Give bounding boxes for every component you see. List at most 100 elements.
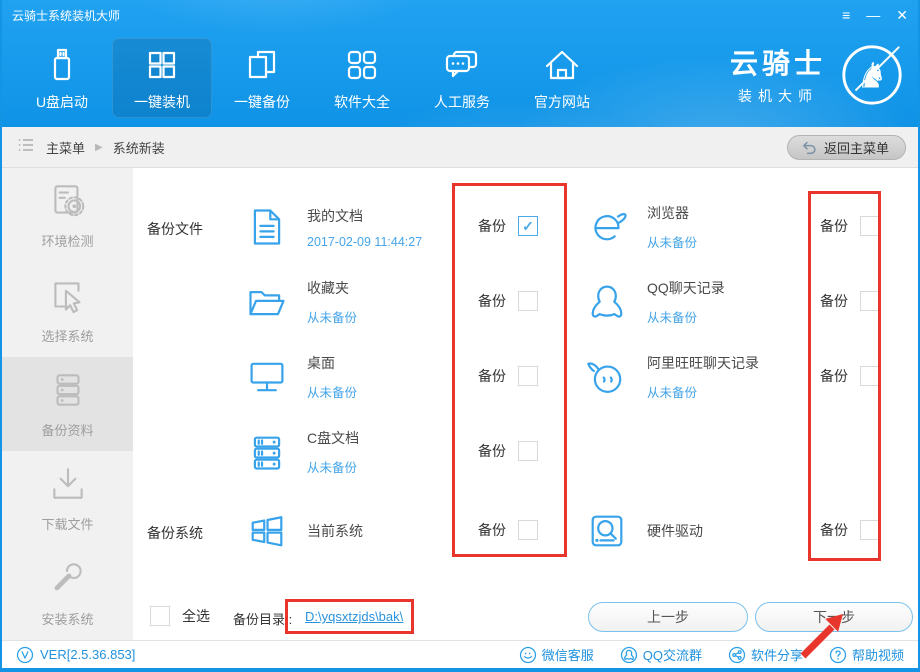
- checkbox[interactable]: [518, 520, 538, 540]
- backup-checkbox-my-documents[interactable]: 备份: [478, 216, 538, 236]
- nav-label: 人工服务: [434, 92, 490, 112]
- close-icon[interactable]: ✕: [896, 8, 908, 22]
- software-share-link[interactable]: 软件分享: [728, 645, 803, 664]
- sidebar: 环境检测 选择系统 备份资料 下载文件: [2, 168, 133, 640]
- sidebar-item-label: 选择系统: [41, 326, 93, 345]
- select-system-icon: [47, 275, 89, 317]
- desktop-icon: [245, 355, 289, 399]
- sidebar-item-select-system[interactable]: 选择系统: [2, 262, 133, 356]
- checkbox[interactable]: [860, 291, 880, 311]
- backup-checkbox-favorites[interactable]: 备份: [478, 291, 538, 311]
- qq-group-icon: [620, 646, 638, 664]
- select-all-checkbox[interactable]: [150, 606, 170, 626]
- backup-checkbox-current-system[interactable]: 备份: [478, 520, 538, 540]
- next-step-button[interactable]: 下一步: [755, 602, 913, 632]
- wechat-support-link[interactable]: 微信客服: [519, 645, 594, 664]
- breadcrumb: 主菜单 ▶ 系统新装 返回主菜单: [2, 127, 918, 168]
- statusbar: VER[2.5.36.853] 微信客服 QQ交流群 软件分享: [2, 640, 918, 668]
- list-item-my-documents: 我的文档2017-02-09 11:44:27: [245, 199, 422, 255]
- list-icon: [16, 135, 36, 160]
- backup-directory-label: 备份目录 :: [233, 609, 292, 628]
- breadcrumb-current: 系统新装: [113, 138, 165, 157]
- sidebar-item-environment-check[interactable]: 环境检测: [2, 168, 133, 262]
- back-to-main-menu-button[interactable]: 返回主菜单: [787, 135, 906, 160]
- aliwangwang-icon: [585, 355, 629, 399]
- header: 云骑士系统装机大师 ≡ — ✕ U盘启动 一键装机: [2, 0, 918, 127]
- software-collection-icon: [342, 45, 382, 85]
- checkbox[interactable]: [518, 216, 538, 236]
- sidebar-item-label: 安装系统: [41, 609, 93, 628]
- checkbox[interactable]: [518, 291, 538, 311]
- list-item-qq-chat: QQ聊天记录从未备份: [585, 274, 725, 330]
- logo-text-line1: 云骑士: [730, 42, 826, 82]
- install-system-icon: [47, 558, 89, 600]
- checkbox[interactable]: [518, 366, 538, 386]
- backup-checkbox-hardware-drivers[interactable]: 备份: [820, 520, 880, 540]
- brand-logo: 云骑士 装机大师 ♞: [730, 40, 906, 108]
- nav-item-customer-service[interactable]: 人工服务: [412, 38, 512, 118]
- checkbox[interactable]: [518, 441, 538, 461]
- ie-browser-icon: [585, 205, 629, 249]
- version-text: VER[2.5.36.853]: [40, 647, 135, 662]
- nav-label: 一键备份: [234, 92, 290, 112]
- nav-item-usb-boot[interactable]: U盘启动: [12, 38, 112, 118]
- version-info: VER[2.5.36.853]: [16, 646, 135, 664]
- list-item-c-drive-docs: C盘文档从未备份: [245, 424, 359, 480]
- back-arrow-icon: [800, 138, 817, 158]
- app-window: 云骑士系统装机大师 ≡ — ✕ U盘启动 一键装机: [0, 0, 920, 672]
- help-video-icon: [829, 646, 847, 664]
- svg-text:♞: ♞: [856, 57, 887, 96]
- backup-checkbox-browser[interactable]: 备份: [820, 216, 880, 236]
- window-bottom-border: [2, 668, 918, 672]
- group-label-backup-files: 备份文件: [147, 219, 203, 239]
- windows-logo-icon: [245, 509, 289, 553]
- minimize-icon[interactable]: —: [866, 8, 880, 22]
- environment-check-icon: [47, 180, 89, 222]
- backup-checkbox-c-drive-docs[interactable]: 备份: [478, 441, 538, 461]
- share-icon: [728, 646, 746, 664]
- backup-panel: 备份文件 备份系统 我的文档2017-02-09 11:44:27 收藏夹从未备…: [133, 168, 918, 640]
- qq-penguin-icon: [585, 280, 629, 324]
- sidebar-item-backup-data[interactable]: 备份资料: [2, 357, 133, 451]
- version-icon: [16, 646, 34, 664]
- sidebar-item-download-files[interactable]: 下载文件: [2, 451, 133, 545]
- sidebar-item-label: 下载文件: [41, 514, 93, 533]
- nav-item-software-collection[interactable]: 软件大全: [312, 38, 412, 118]
- sidebar-item-label: 环境检测: [41, 231, 93, 250]
- folder-icon: [245, 280, 289, 324]
- usb-drive-icon: [42, 45, 82, 85]
- list-item-hardware-drivers: 硬件驱动: [585, 503, 703, 559]
- checkbox[interactable]: [860, 366, 880, 386]
- backup-checkbox-qq-chat[interactable]: 备份: [820, 291, 880, 311]
- menu-icon[interactable]: ≡: [842, 8, 850, 22]
- nav-label: 软件大全: [334, 92, 390, 112]
- nav-item-official-website[interactable]: 官方网站: [512, 38, 612, 118]
- customer-service-icon: [442, 45, 482, 85]
- checkbox[interactable]: [860, 216, 880, 236]
- sidebar-item-label: 备份资料: [41, 420, 93, 439]
- group-label-backup-system: 备份系统: [147, 523, 203, 543]
- backup-data-icon: [47, 369, 89, 411]
- nav-label: 一键装机: [134, 92, 190, 112]
- qq-group-link[interactable]: QQ交流群: [620, 645, 702, 664]
- list-item-aliwangwang-chat: 阿里旺旺聊天记录从未备份: [585, 349, 759, 405]
- one-key-install-icon: [142, 45, 182, 85]
- backup-checkbox-aliwangwang[interactable]: 备份: [820, 366, 880, 386]
- previous-step-button[interactable]: 上一步: [588, 602, 748, 632]
- nav-label: U盘启动: [36, 92, 88, 112]
- list-item-current-system: 当前系统: [245, 503, 363, 559]
- list-item-desktop: 桌面从未备份: [245, 349, 357, 405]
- nav-item-one-key-install[interactable]: 一键装机: [112, 38, 212, 118]
- download-files-icon: [47, 463, 89, 505]
- backup-directory-link[interactable]: D:\yqsxtzjds\bak\: [305, 609, 403, 624]
- sidebar-item-install-system[interactable]: 安装系统: [2, 546, 133, 640]
- breadcrumb-root[interactable]: 主菜单: [46, 138, 85, 157]
- list-item-favorites: 收藏夹从未备份: [245, 274, 357, 330]
- select-all-control[interactable]: 全选: [150, 606, 210, 626]
- nav-item-one-key-backup[interactable]: 一键备份: [212, 38, 312, 118]
- help-video-link[interactable]: 帮助视频: [829, 645, 904, 664]
- backup-checkbox-desktop[interactable]: 备份: [478, 366, 538, 386]
- list-item-browser: 浏览器从未备份: [585, 199, 697, 255]
- checkbox[interactable]: [860, 520, 880, 540]
- c-drive-icon: [245, 430, 289, 474]
